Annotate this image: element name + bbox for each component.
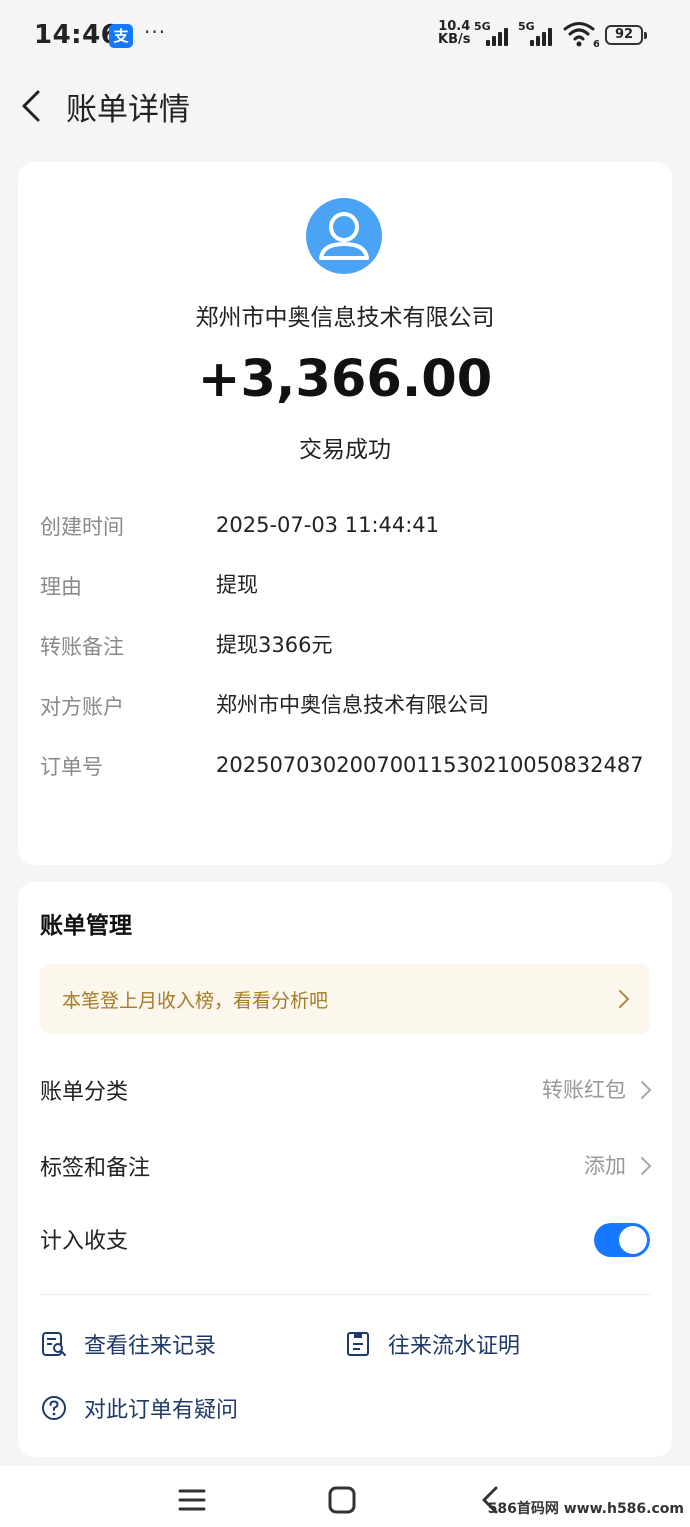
signal-icon: 5G (474, 20, 514, 46)
wifi-sub-label: 6 (593, 39, 599, 48)
search-record-icon (42, 1332, 66, 1356)
bill-category-row[interactable]: 账单分类 转账红包 (18, 1060, 672, 1120)
merchant-name: 郑州市中奥信息技术有限公司 (195, 305, 495, 331)
question-icon (42, 1396, 66, 1420)
view-records-button[interactable]: 查看往来记录 (40, 1324, 300, 1364)
menu-button[interactable] (172, 1480, 212, 1520)
chevron-left-icon[interactable] (14, 86, 54, 126)
order-number-value: 2025070302007001153021005083248​7 (216, 753, 644, 777)
chevron-right-icon (619, 990, 630, 1008)
reason-value: 提现 (216, 573, 258, 597)
order-question-button[interactable]: 对此订单有疑问 (40, 1388, 340, 1428)
view-records-label: 查看往来记录 (84, 1334, 217, 1359)
home-square-icon (328, 1486, 356, 1514)
reason-label: 理由 (40, 575, 82, 599)
order-number-label: 订单号 (40, 755, 103, 779)
statement-proof-label: 往来流水证明 (388, 1334, 521, 1359)
network-speed-unit: KB/s (438, 32, 471, 47)
signal-type-label: 5G (518, 20, 535, 33)
signal-icon: 5G (518, 20, 558, 46)
watermark: 586首码网 www.h586.com (487, 1501, 684, 1517)
alipay-icon: 支 (109, 24, 133, 48)
system-nav-bar: 586首码网 www.h586.com (0, 1466, 690, 1527)
bill-category-label: 账单分类 (40, 1080, 129, 1105)
chevron-right-icon (641, 1157, 652, 1175)
status-time: 14:46 (34, 20, 120, 50)
created-time-label: 创建时间 (40, 515, 124, 539)
wifi-icon: 6 (563, 20, 600, 52)
signal-type-label: 5G (474, 20, 491, 33)
income-ranking-banner[interactable]: 本笔登上月收入榜，看看分析吧 (40, 964, 650, 1034)
more-notifications-icon: ··· (144, 20, 167, 44)
header: 账单详情 (0, 70, 690, 142)
divider (40, 1294, 650, 1295)
count-in-income-label: 计入收支 (40, 1229, 129, 1254)
network-speed: 10.4 KB/s (438, 20, 470, 46)
counterparty-value: 郑州市中奥信息技术有限公司 (216, 693, 489, 717)
bill-management-card: 账单管理 本笔登上月收入榜，看看分析吧 账单分类 转账红包 标签和备注 添加 计… (18, 882, 672, 1457)
tags-notes-label: 标签和备注 (40, 1156, 151, 1181)
transfer-note-label: 转账备注 (40, 635, 124, 659)
counterparty-label: 对方账户 (40, 695, 124, 719)
status-bar: 14:46 支 ··· 10.4 KB/s 5G 5G 6 92 (0, 0, 690, 70)
section-title: 账单管理 (40, 913, 132, 939)
chevron-right-icon (641, 1081, 652, 1099)
page-title: 账单详情 (66, 92, 190, 128)
tags-notes-value: 添加 (584, 1154, 626, 1178)
back-button[interactable] (14, 86, 54, 126)
transaction-status: 交易成功 (299, 437, 391, 463)
home-button[interactable] (322, 1480, 362, 1520)
created-time-value: 2025-07-03 11:44:41 (216, 513, 440, 537)
tags-notes-row[interactable]: 标签和备注 添加 (18, 1136, 672, 1196)
transfer-note-value: 提现3366元 (216, 633, 333, 657)
certificate-icon (347, 1332, 369, 1356)
count-in-income-row: 计入收支 (18, 1209, 672, 1269)
order-question-label: 对此订单有疑问 (84, 1398, 239, 1423)
user-avatar-icon (306, 198, 382, 274)
statement-proof-button[interactable]: 往来流水证明 (344, 1324, 604, 1364)
banner-text: 本笔登上月收入榜，看看分析吧 (62, 990, 329, 1012)
menu-icon (178, 1489, 206, 1511)
battery-icon: 92 (605, 25, 647, 45)
toggle-knob (619, 1226, 647, 1254)
bill-detail-card: 郑州市中奥信息技术有限公司 +3,366.00 交易成功 创建时间 2025-0… (18, 162, 672, 865)
count-in-income-toggle[interactable] (594, 1223, 650, 1257)
bill-category-value: 转账红包 (542, 1078, 626, 1102)
transaction-amount: +3,366.00 (197, 350, 493, 409)
